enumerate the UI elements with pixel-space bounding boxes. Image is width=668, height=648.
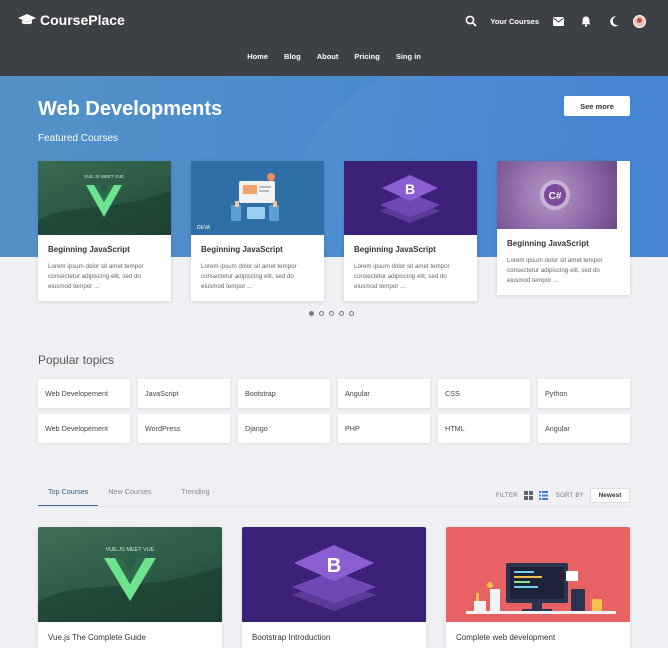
carousel-dot[interactable] — [339, 311, 344, 316]
topic-chip[interactable]: Django — [238, 414, 330, 443]
graduation-cap-icon — [18, 14, 36, 25]
csharp-logo-icon: C# — [540, 180, 570, 210]
carousel-dot[interactable] — [349, 311, 354, 316]
sort-by-label: SORT BY — [555, 492, 584, 499]
topic-chip[interactable]: Python — [538, 379, 630, 408]
tab-top-courses[interactable]: Top Courses — [38, 483, 99, 507]
hero-title: Web Developments — [38, 98, 223, 120]
vue-thumbnail: VUE.JS MEET VUE — [38, 527, 222, 622]
course-title: Bootstrap Introduction — [252, 633, 331, 642]
nav-blog[interactable]: Blog — [282, 52, 303, 61]
course-title: Beginning JavaScript — [354, 245, 436, 254]
csharp-thumbnail: C# — [497, 161, 617, 229]
course-description: Lorem ipsum dolor sit amet tempor consec… — [48, 263, 144, 290]
topic-chip[interactable]: Angular — [338, 379, 430, 408]
desk-illustration-icon — [466, 563, 616, 614]
brand-logo[interactable]: CoursePlace — [18, 12, 125, 28]
topic-chip[interactable]: Web Developement — [38, 414, 130, 443]
moon-icon[interactable] — [605, 12, 623, 30]
see-more-button[interactable]: See more — [564, 96, 630, 116]
svg-text:VUE.JS MEET VUE: VUE.JS MEET VUE — [84, 174, 124, 179]
course-title: Beginning JavaScript — [48, 245, 130, 254]
course-title: Beginning JavaScript — [201, 245, 283, 254]
course-title: Complete web development — [456, 633, 556, 642]
topic-chip[interactable]: PHP — [338, 414, 430, 443]
topic-chip[interactable]: Bootstrap — [238, 379, 330, 408]
course-tabs: Top Courses New Courses Trending — [38, 483, 210, 507]
featured-courses-label: Featured Courses — [38, 133, 119, 144]
devices-illustration-icon: DEVA — [197, 173, 279, 231]
bell-icon[interactable] — [577, 12, 595, 30]
bootstrap-thumbnail: B — [344, 161, 477, 235]
list-view-icon[interactable] — [538, 491, 548, 500]
popular-topics-title: Popular topics — [38, 353, 115, 367]
nav-sign-in[interactable]: Sing in — [394, 52, 423, 61]
course-description: Lorem ipsum dolor sit amet tempor consec… — [201, 263, 297, 290]
nav-about[interactable]: About — [315, 52, 341, 61]
carousel-dots — [309, 311, 354, 316]
featured-course-card[interactable]: DEVA Beginning JavaScript Lorem ipsum do… — [191, 161, 324, 301]
course-title: Beginning JavaScript — [507, 239, 589, 248]
your-courses-link[interactable]: Your Courses — [490, 17, 539, 26]
top-bar: CoursePlace Your Courses Home Blog About… — [0, 0, 668, 76]
mail-icon[interactable] — [549, 12, 567, 30]
featured-course-card[interactable]: B Beginning JavaScript Lorem ipsum dolor… — [344, 161, 477, 301]
featured-course-card[interactable]: VUE.JS MEET VUE Beginning JavaScript Lor… — [38, 161, 171, 301]
carousel-dot[interactable] — [319, 311, 324, 316]
tab-new-courses[interactable]: New Courses — [108, 483, 151, 507]
grid-view-icon[interactable] — [523, 491, 533, 500]
course-description: Lorem ipsum dolor sit amet tempor consec… — [507, 257, 603, 284]
carousel-dot[interactable] — [329, 311, 334, 316]
main-nav: Home Blog About Pricing Sing in — [0, 52, 668, 61]
avatar[interactable] — [633, 14, 646, 28]
filter-label: FILTER — [495, 492, 518, 499]
course-card[interactable]: VUE.JS MEET VUE Vue.js The Complete Guid… — [38, 527, 222, 648]
course-description: Lorem ipsum dolor sit amet tempor consec… — [354, 263, 450, 290]
carousel-dot[interactable] — [309, 311, 314, 316]
topic-chip[interactable]: JavaScript — [138, 379, 230, 408]
svg-text:B: B — [327, 555, 341, 577]
vue-thumbnail: VUE.JS MEET VUE — [38, 161, 171, 235]
top-actions: Your Courses — [452, 12, 646, 30]
vue-logo-icon: VUE.JS MEET VUE — [38, 174, 171, 235]
nav-pricing[interactable]: Pricing — [352, 52, 381, 61]
bootstrap-thumbnail: B — [242, 527, 426, 622]
svg-text:VUE.JS MEET VUE: VUE.JS MEET VUE — [106, 547, 155, 553]
sort-select[interactable]: Newest — [590, 488, 630, 503]
devices-thumbnail: DEVA — [191, 161, 324, 235]
search-icon[interactable] — [462, 12, 480, 30]
svg-text:B: B — [405, 181, 415, 197]
course-title: Vue.js The Complete Guide — [48, 633, 146, 642]
tab-trending[interactable]: Trending — [182, 483, 210, 507]
topic-chip[interactable]: WordPress — [138, 414, 230, 443]
list-tools: FILTER SORT BY Newest — [496, 488, 630, 503]
svg-text:DEVA: DEVA — [197, 225, 211, 231]
nav-home[interactable]: Home — [245, 52, 270, 61]
topic-chip[interactable]: CSS — [438, 379, 530, 408]
topic-chip[interactable]: Web Developement — [38, 379, 130, 408]
svg-text:C#: C# — [549, 191, 562, 202]
bootstrap-logo-icon: B — [380, 175, 440, 223]
featured-course-card[interactable]: C# Beginning JavaScript Lorem ipsum dolo… — [497, 161, 630, 295]
course-card[interactable]: Complete web development — [446, 527, 630, 648]
topic-chip[interactable]: HTML — [438, 414, 530, 443]
vue-logo-icon: VUE.JS MEET VUE — [38, 547, 222, 622]
tabs-divider — [38, 506, 630, 507]
course-card[interactable]: B Bootstrap Introduction — [242, 527, 426, 648]
desk-thumbnail — [446, 527, 630, 622]
topic-chip[interactable]: Angular — [538, 414, 630, 443]
brand-name: CoursePlace — [40, 12, 125, 28]
bootstrap-logo-icon: B — [292, 545, 376, 611]
